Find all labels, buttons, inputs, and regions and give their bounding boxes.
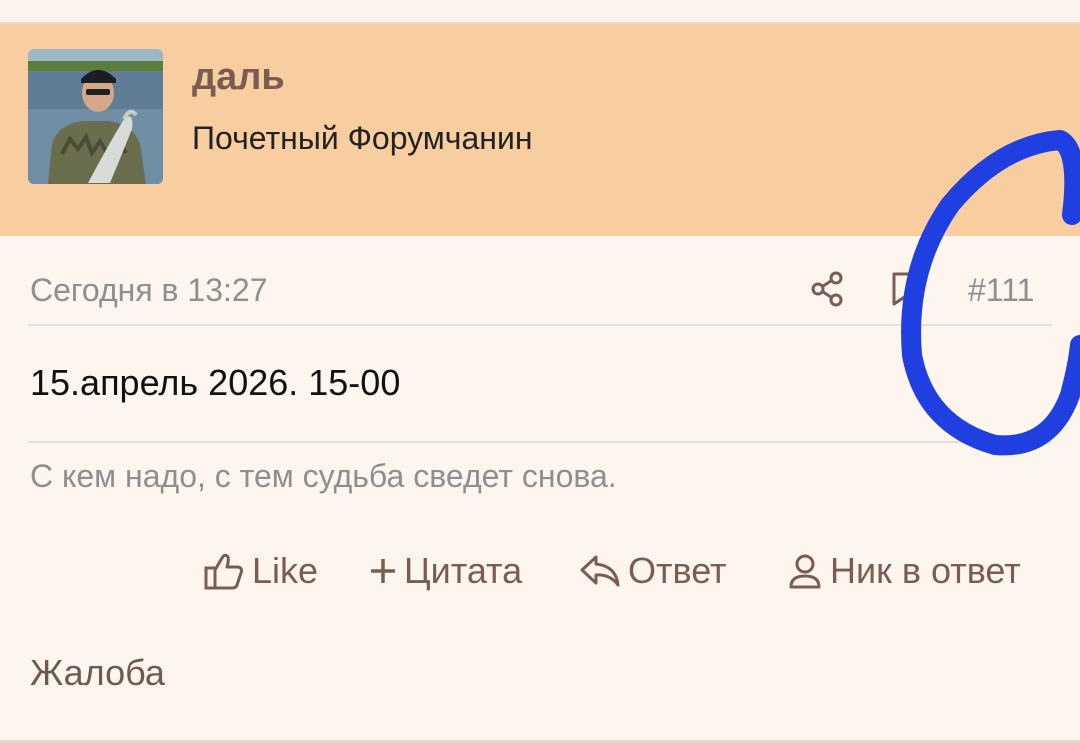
post-actions: Like Цитата Ответ Ник в ответ bbox=[0, 546, 1080, 596]
quote-button[interactable]: Цитата bbox=[368, 546, 522, 596]
signature-divider bbox=[28, 441, 1052, 443]
quote-label: Цитата bbox=[404, 550, 523, 591]
message-text: 15.апрель 2026. 15-00 bbox=[30, 362, 401, 403]
reply-button[interactable]: Ответ bbox=[578, 546, 727, 596]
user-title: Почетный Форумчанин bbox=[192, 120, 533, 156]
like-button[interactable]: Like bbox=[202, 546, 318, 596]
signature: С кем надо, с тем судьба сведет снова. bbox=[30, 458, 617, 494]
share-icon[interactable] bbox=[806, 268, 848, 310]
like-label: Like bbox=[252, 550, 319, 591]
report-link[interactable]: Жалоба bbox=[30, 652, 165, 694]
avatar[interactable] bbox=[28, 49, 163, 184]
plus-icon bbox=[368, 556, 398, 586]
thumbs-up-icon bbox=[202, 550, 246, 592]
divider bbox=[28, 324, 1052, 326]
user-name[interactable]: даль bbox=[192, 56, 285, 99]
nick-reply-button[interactable]: Ник в ответ bbox=[786, 546, 1021, 596]
bookmark-icon[interactable] bbox=[886, 268, 926, 310]
post-number[interactable]: #111 bbox=[968, 272, 1034, 309]
reply-icon bbox=[578, 551, 622, 591]
user-icon bbox=[786, 551, 824, 591]
user-header: даль Почетный Форумчанин bbox=[0, 24, 1080, 260]
nick-reply-label: Ник в ответ bbox=[830, 550, 1021, 591]
avatar-photo bbox=[28, 49, 163, 184]
post-body: Сегодня в 13:27 #111 15.апрель 2026. 15-… bbox=[0, 236, 1080, 741]
top-strip bbox=[0, 0, 1080, 24]
reply-label: Ответ bbox=[628, 550, 727, 591]
post-date[interactable]: Сегодня в 13:27 bbox=[30, 272, 268, 309]
